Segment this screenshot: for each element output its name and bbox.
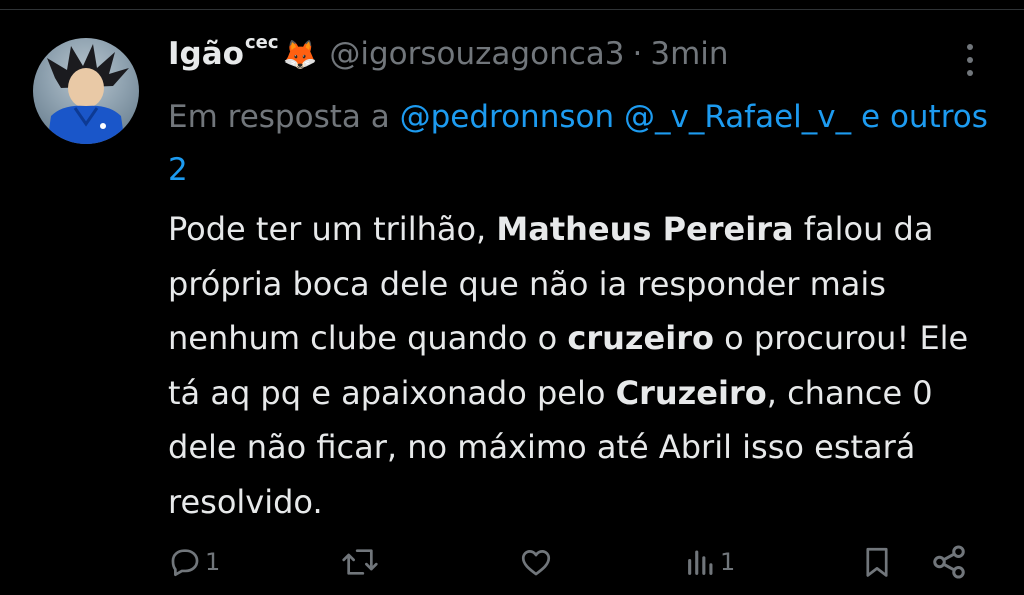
- reply-count: 1: [205, 548, 221, 576]
- display-name[interactable]: Igão: [168, 36, 244, 72]
- like-button[interactable]: [518, 540, 557, 584]
- tweet-text: Pode ter um trilhão, Matheus Pereira fal…: [168, 202, 988, 529]
- tweet-header: Igão cec 🦊 @igorsouzagonca3 · 3min: [168, 32, 948, 86]
- reply-joiner: e: [861, 99, 881, 135]
- bookmark-button[interactable]: [860, 540, 894, 584]
- fox-emoji-icon: 🦊: [282, 38, 318, 71]
- more-dots-icon[interactable]: [955, 40, 985, 80]
- heart-icon: [521, 550, 551, 576]
- mention-link[interactable]: @pedronnson: [400, 99, 615, 135]
- views-button[interactable]: 1: [685, 540, 735, 584]
- bookmark-icon: [866, 547, 888, 577]
- reply-bubble-icon: [171, 549, 199, 577]
- reply-button[interactable]: 1: [168, 540, 220, 584]
- timestamp[interactable]: 3min: [650, 36, 728, 72]
- tweet-text-bold: cruzeiro: [567, 319, 714, 357]
- views-count: 1: [720, 548, 736, 576]
- tweet-text-bold: Matheus Pereira: [496, 210, 794, 248]
- tweet-text-segment: Pode ter um trilhão,: [168, 210, 497, 248]
- views-chart-icon: [688, 550, 713, 575]
- user-handle[interactable]: @igorsouzagonca3: [329, 36, 624, 72]
- share-icon: [933, 545, 965, 579]
- mention-link[interactable]: @_v_Rafael_v_: [624, 99, 851, 135]
- display-name-superscript: cec: [244, 32, 279, 53]
- share-button[interactable]: [930, 540, 968, 584]
- repost-button[interactable]: [340, 540, 383, 584]
- separator-dot: ·: [632, 36, 643, 72]
- top-divider: [0, 9, 1024, 10]
- reply-context: Em resposta a @pedronnson @_v_Rafael_v_ …: [168, 91, 988, 197]
- reply-prefix: Em resposta a: [168, 99, 390, 135]
- avatar[interactable]: [33, 38, 139, 144]
- tweet-text-bold: Cruzeiro: [615, 373, 767, 412]
- avatar-image: [47, 44, 129, 144]
- repost-icon: [342, 549, 378, 575]
- action-bar: 1 1: [160, 540, 980, 584]
